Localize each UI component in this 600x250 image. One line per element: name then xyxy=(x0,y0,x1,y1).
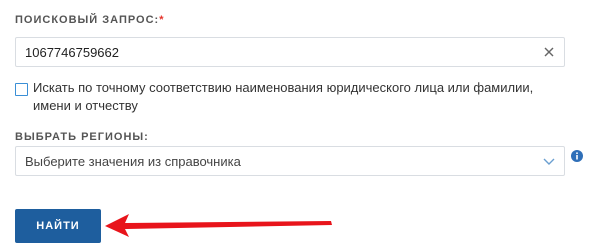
exact-match-label[interactable]: Искать по точному соответствию наименова… xyxy=(33,79,553,115)
regions-label-text: ВЫБРАТЬ РЕГИОНЫ: xyxy=(15,131,149,143)
chevron-down-icon[interactable] xyxy=(542,154,556,168)
search-form: ПОИСКОВЫЙ ЗАПРОС:* 1067746759662 Искать … xyxy=(0,0,600,250)
regions-label: ВЫБРАТЬ РЕГИОНЫ: xyxy=(15,131,149,143)
close-icon[interactable] xyxy=(542,45,556,59)
search-button[interactable]: НАЙТИ xyxy=(15,209,101,243)
regions-select[interactable]: Выберите значения из справочника xyxy=(15,146,565,176)
search-query-label: ПОИСКОВЫЙ ЗАПРОС:* xyxy=(15,14,165,26)
search-query-label-text: ПОИСКОВЫЙ ЗАПРОС: xyxy=(15,14,160,26)
required-mark: * xyxy=(159,14,165,26)
info-icon[interactable] xyxy=(571,150,583,162)
search-input-value: 1067746759662 xyxy=(25,45,119,60)
exact-match-label-line2: имени и отчеству xyxy=(33,98,138,113)
exact-match-label-line1: Искать по точному соответствию наименова… xyxy=(33,80,534,95)
regions-select-placeholder: Выберите значения из справочника xyxy=(25,154,241,169)
exact-match-checkbox[interactable] xyxy=(15,83,28,96)
arrow-left-icon xyxy=(105,214,332,237)
search-input[interactable]: 1067746759662 xyxy=(15,37,565,67)
